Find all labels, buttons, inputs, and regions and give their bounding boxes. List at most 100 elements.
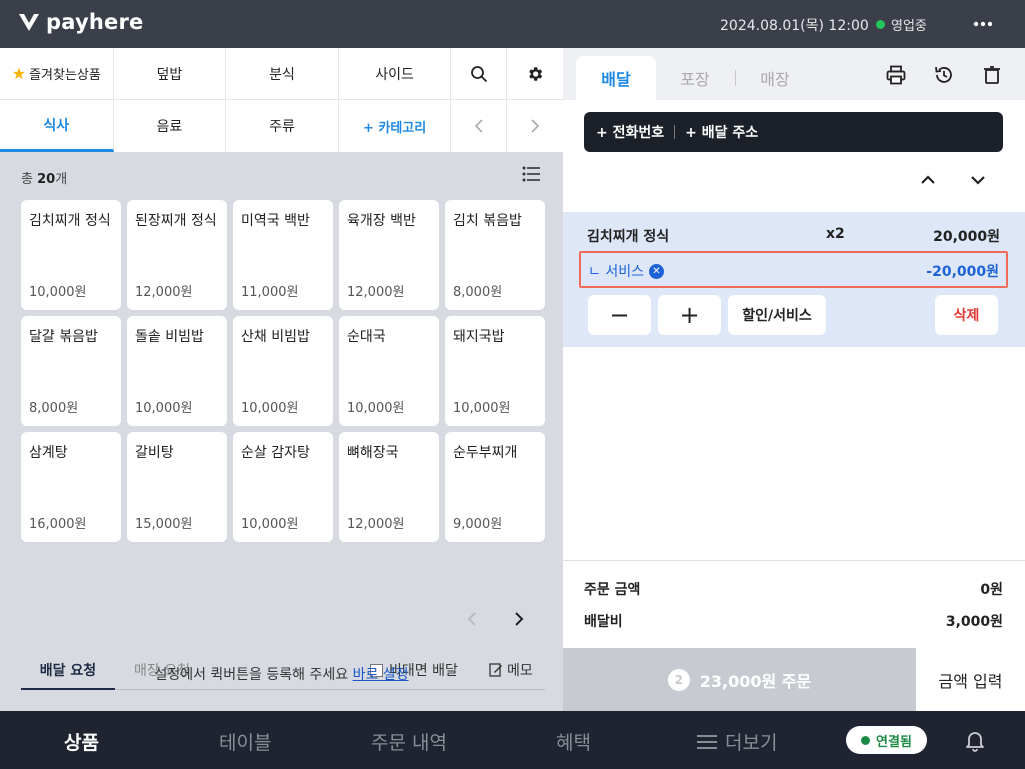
product-price: 8,000원	[29, 401, 79, 416]
product-card[interactable]: 갈비탕 15,000원	[127, 432, 227, 542]
amount-input-button[interactable]: 금액 입력	[916, 648, 1025, 711]
product-card[interactable]: 삼계탕 16,000원	[21, 432, 121, 542]
tab-divider	[735, 70, 736, 86]
order-summary: 주문 금액 0원 배달비 3,000원	[563, 560, 1025, 648]
current-datetime: 2024.08.01(목) 12:00	[720, 18, 869, 34]
product-card[interactable]: 뼈해장국 12,000원	[339, 432, 439, 542]
product-card[interactable]: 순대국 10,000원	[339, 316, 439, 426]
status-dot-icon	[876, 20, 885, 29]
category-deopbap[interactable]: 덮밥	[114, 48, 227, 99]
service-label-group: ㄴ 서비스 ✕	[588, 261, 664, 281]
business-status: 영업중	[876, 15, 927, 34]
bell-icon[interactable]	[963, 728, 987, 752]
category-drinks[interactable]: 음료	[114, 100, 227, 152]
product-name: 삼계탕	[29, 445, 68, 461]
search-button[interactable]	[451, 48, 508, 99]
printer-icon[interactable]	[885, 64, 907, 86]
remove-service-icon[interactable]: ✕	[648, 263, 664, 279]
category-prev-button[interactable]	[451, 100, 508, 152]
add-address-button[interactable]: + 배달 주소	[685, 122, 758, 142]
product-price: 10,000원	[29, 285, 87, 300]
nav-tables[interactable]: 테이블	[219, 728, 271, 755]
nav-benefits[interactable]: 혜택	[556, 728, 591, 755]
increase-qty-button[interactable]: +	[658, 295, 721, 335]
bottom-nav: 상품 테이블 주문 내역 혜택 더보기 연결됨	[0, 711, 1025, 769]
order-item-selected[interactable]: 김치찌개 정식 x2 20,000원 ㄴ 서비스 ✕ -20,000원 − + …	[563, 212, 1025, 347]
product-card[interactable]: 미역국 백반 11,000원	[233, 200, 333, 310]
product-card[interactable]: 된장찌개 정식 12,000원	[127, 200, 227, 310]
add-phone-button[interactable]: + 전화번호	[584, 122, 664, 142]
go-settings-link[interactable]: 바로 설정	[353, 667, 409, 683]
category-favorites[interactable]: ★ 즐겨찾는상품	[0, 48, 114, 99]
product-next-page-button[interactable]	[513, 608, 525, 633]
category-bunsik[interactable]: 분식	[226, 48, 339, 99]
list-view-icon[interactable]	[522, 166, 540, 182]
more-menu-button[interactable]	[968, 10, 998, 38]
tab-takeout[interactable]: 포장	[670, 56, 720, 100]
product-price: 10,000원	[453, 401, 511, 416]
history-icon[interactable]	[933, 64, 955, 86]
product-name: 달걀 볶음밥	[29, 329, 98, 345]
service-label: ㄴ 서비스	[588, 264, 644, 280]
nav-more-label: 더보기	[725, 732, 778, 754]
product-price: 10,000원	[347, 401, 405, 416]
product-name: 돌솥 비빔밥	[135, 329, 204, 345]
order-amount-row: 주문 금액 0원	[584, 579, 1003, 599]
product-price: 12,000원	[135, 285, 193, 300]
product-count-prefix: 총	[21, 172, 33, 187]
category-alcohol[interactable]: 주류	[226, 100, 339, 152]
settings-button[interactable]	[507, 48, 563, 99]
nav-products[interactable]: 상품	[64, 728, 99, 755]
product-name: 순두부찌개	[453, 445, 518, 461]
product-name: 김치찌개 정식	[29, 213, 111, 229]
product-price: 10,000원	[241, 401, 299, 416]
category-side[interactable]: 사이드	[339, 48, 452, 99]
quick-button-hint: 설정에서 퀵버튼을 등록해 주세요 바로 설정	[0, 664, 563, 684]
product-name: 김치 볶음밥	[453, 213, 522, 229]
category-next-button[interactable]	[507, 100, 563, 152]
tab-store[interactable]: 매장	[745, 56, 805, 100]
star-icon: ★	[11, 64, 27, 83]
product-panel: ★ 즐겨찾는상품 덮밥 분식 사이드 식사 음료 주류 + 카테고리 총 20개…	[0, 48, 563, 711]
chevron-right-icon	[515, 612, 524, 626]
nav-order-history[interactable]: 주문 내역	[371, 728, 447, 755]
product-card[interactable]: 순살 감자탕 10,000원	[233, 432, 333, 542]
gear-icon	[529, 66, 543, 81]
category-meal[interactable]: 식사	[0, 100, 114, 152]
product-card[interactable]: 달걀 볶음밥 8,000원	[21, 316, 121, 426]
menu-icon	[697, 734, 717, 749]
search-icon	[470, 65, 487, 82]
product-card[interactable]: 육개장 백반 12,000원	[339, 200, 439, 310]
brand-logo: payhere	[18, 10, 143, 34]
submit-order-button[interactable]: 2 23,000원 주문	[563, 648, 916, 711]
customer-info-bar: + 전화번호 + 배달 주소	[584, 112, 1003, 152]
product-prev-page-button[interactable]	[466, 608, 478, 633]
decrease-qty-button[interactable]: −	[588, 295, 651, 335]
payhere-logo-icon	[19, 14, 39, 31]
product-card[interactable]: 순두부찌개 9,000원	[445, 432, 545, 542]
connection-status-badge: 연결됨	[846, 726, 927, 754]
product-card[interactable]: 김치 볶음밥 8,000원	[445, 200, 545, 310]
product-card[interactable]: 산채 비빔밥 10,000원	[233, 316, 333, 426]
order-amount-label: 주문 금액	[584, 582, 641, 598]
chevron-right-icon	[531, 119, 540, 133]
service-line[interactable]: ㄴ 서비스 ✕ -20,000원	[579, 251, 1008, 288]
add-category-button[interactable]: + 카테고리	[339, 100, 452, 152]
delete-item-button[interactable]: 삭제	[935, 295, 998, 335]
nav-more[interactable]: 더보기	[697, 728, 777, 755]
chevron-down-icon[interactable]	[966, 168, 990, 192]
product-count-suffix: 개	[55, 172, 68, 187]
product-price: 12,000원	[347, 517, 405, 532]
tab-delivery[interactable]: 배달	[576, 56, 656, 100]
order-panel: 배달 포장 매장 + 전화번호 + 배달 주소 김치찌개 정식 x2 20,00…	[563, 48, 1025, 711]
product-card[interactable]: 김치찌개 정식 10,000원	[21, 200, 121, 310]
product-card[interactable]: 돌솥 비빔밥 10,000원	[127, 316, 227, 426]
chevron-up-icon[interactable]	[916, 168, 940, 192]
item-count-badge: 2	[667, 668, 690, 691]
trash-icon[interactable]	[981, 64, 1003, 86]
business-status-label: 영업중	[891, 19, 927, 34]
product-card[interactable]: 돼지국밥 10,000원	[445, 316, 545, 426]
product-name: 미역국 백반	[241, 213, 310, 229]
product-name: 순살 감자탕	[241, 445, 310, 461]
discount-service-button[interactable]: 할인/서비스	[728, 295, 826, 335]
